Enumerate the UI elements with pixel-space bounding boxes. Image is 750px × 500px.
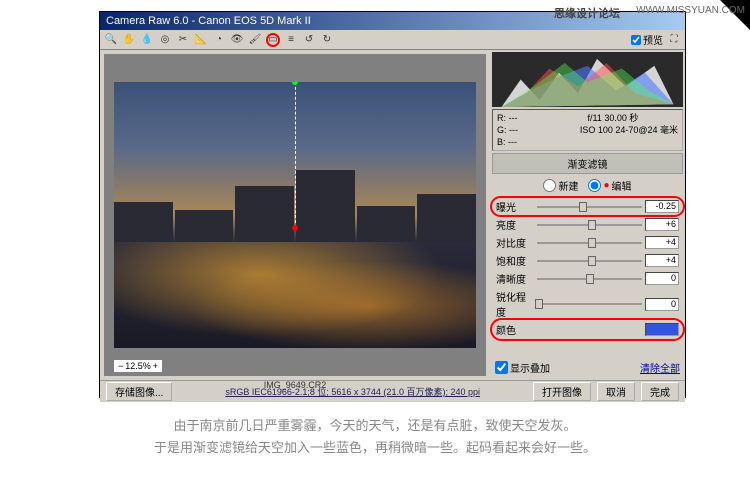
save-image-button[interactable]: 存储图像... <box>106 382 172 401</box>
brightness-slider[interactable]: 亮度 +6 <box>492 216 683 233</box>
targeted-adjust-icon[interactable]: ≡ <box>284 33 298 47</box>
image-preview[interactable] <box>114 82 476 348</box>
settings-panel: R: ---f/11 30.00 秒 G: ---ISO 100 24-70@2… <box>490 50 685 380</box>
clarity-slider[interactable]: 清晰度 0 <box>492 270 683 287</box>
cancel-button[interactable]: 取消 <box>597 382 635 401</box>
zoom-in-icon[interactable]: + <box>153 361 158 371</box>
clear-all-link[interactable]: 清除全部 <box>640 360 680 375</box>
window-title: Camera Raw 6.0 - Canon EOS 5D Mark II <box>106 15 311 27</box>
toolbar: 🔍 ✋ 💧 ◎ ✂ 📐 ◔ 👁 🖌 ▭ ≡ ↺ ↻ 预览 ⛶ <box>100 30 685 50</box>
crop-tool-icon[interactable]: ✂ <box>176 33 190 47</box>
straighten-tool-icon[interactable]: 📐 <box>194 33 208 47</box>
metadata-info: R: ---f/11 30.00 秒 G: ---ISO 100 24-70@2… <box>492 109 683 151</box>
graduated-filter-icon[interactable]: ▭ <box>266 33 280 47</box>
zoom-tool-icon[interactable]: 🔍 <box>104 33 118 47</box>
rotate-cw-icon[interactable]: ↻ <box>320 33 334 47</box>
histogram <box>492 52 683 107</box>
mode-radio-group: 新建 ●编辑 <box>492 176 683 195</box>
hand-tool-icon[interactable]: ✋ <box>122 33 136 47</box>
sharpness-slider[interactable]: 锐化程度 0 <box>492 288 683 320</box>
gradient-line[interactable] <box>295 82 296 228</box>
spot-removal-icon[interactable]: ◔ <box>212 33 226 47</box>
preview-check-input[interactable] <box>631 35 641 45</box>
saturation-slider[interactable]: 饱和度 +4 <box>492 252 683 269</box>
zoom-out-icon[interactable]: − <box>118 361 123 371</box>
show-overlay-checkbox[interactable]: 显示叠加 <box>495 360 550 375</box>
preview-checkbox[interactable]: 预览 <box>631 32 663 47</box>
image-panel: − 12.5% + IMG_9649.CR2 <box>104 54 486 376</box>
watermark-url: WWW.MISSYUAN.COM <box>636 5 745 16</box>
panel-title: 渐变滤镜 <box>492 153 683 174</box>
contrast-slider[interactable]: 对比度 +4 <box>492 234 683 251</box>
radio-edit[interactable]: ●编辑 <box>588 178 631 193</box>
radio-new[interactable]: 新建 <box>543 178 578 193</box>
footer-bar: 存储图像... sRGB IEC61966-2.1;8 位; 5616 x 37… <box>100 380 685 402</box>
filename-label: IMG_9649.CR2 <box>264 380 327 390</box>
camera-raw-window: Camera Raw 6.0 - Canon EOS 5D Mark II 🔍 … <box>99 11 686 398</box>
adjustment-brush-icon[interactable]: 🖌 <box>248 33 262 47</box>
caption-text: 由于南京前几日严重雾霾，今天的天气，还是有点脏，致使天空发灰。 于是用渐变滤镜给… <box>0 415 750 459</box>
watermark-cn: 思缘设计论坛 <box>554 5 620 21</box>
color-row[interactable]: 颜色 <box>492 321 683 338</box>
zoom-control[interactable]: − 12.5% + <box>114 360 162 372</box>
eyedropper-tool-icon[interactable]: 💧 <box>140 33 154 47</box>
exposure-slider[interactable]: 曝光 -0.25 <box>492 198 683 215</box>
color-swatch[interactable] <box>645 323 679 336</box>
redeye-tool-icon[interactable]: 👁 <box>230 33 244 47</box>
workflow-options[interactable]: sRGB IEC61966-2.1;8 位; 5616 x 3744 (21.0… <box>178 385 527 398</box>
rotate-ccw-icon[interactable]: ↺ <box>302 33 316 47</box>
fullscreen-icon[interactable]: ⛶ <box>667 33 681 47</box>
color-sampler-icon[interactable]: ◎ <box>158 33 172 47</box>
done-button[interactable]: 完成 <box>641 382 679 401</box>
zoom-value: 12.5% <box>125 361 151 371</box>
gradient-start-handle[interactable] <box>292 82 298 85</box>
open-image-button[interactable]: 打开图像 <box>533 382 591 401</box>
